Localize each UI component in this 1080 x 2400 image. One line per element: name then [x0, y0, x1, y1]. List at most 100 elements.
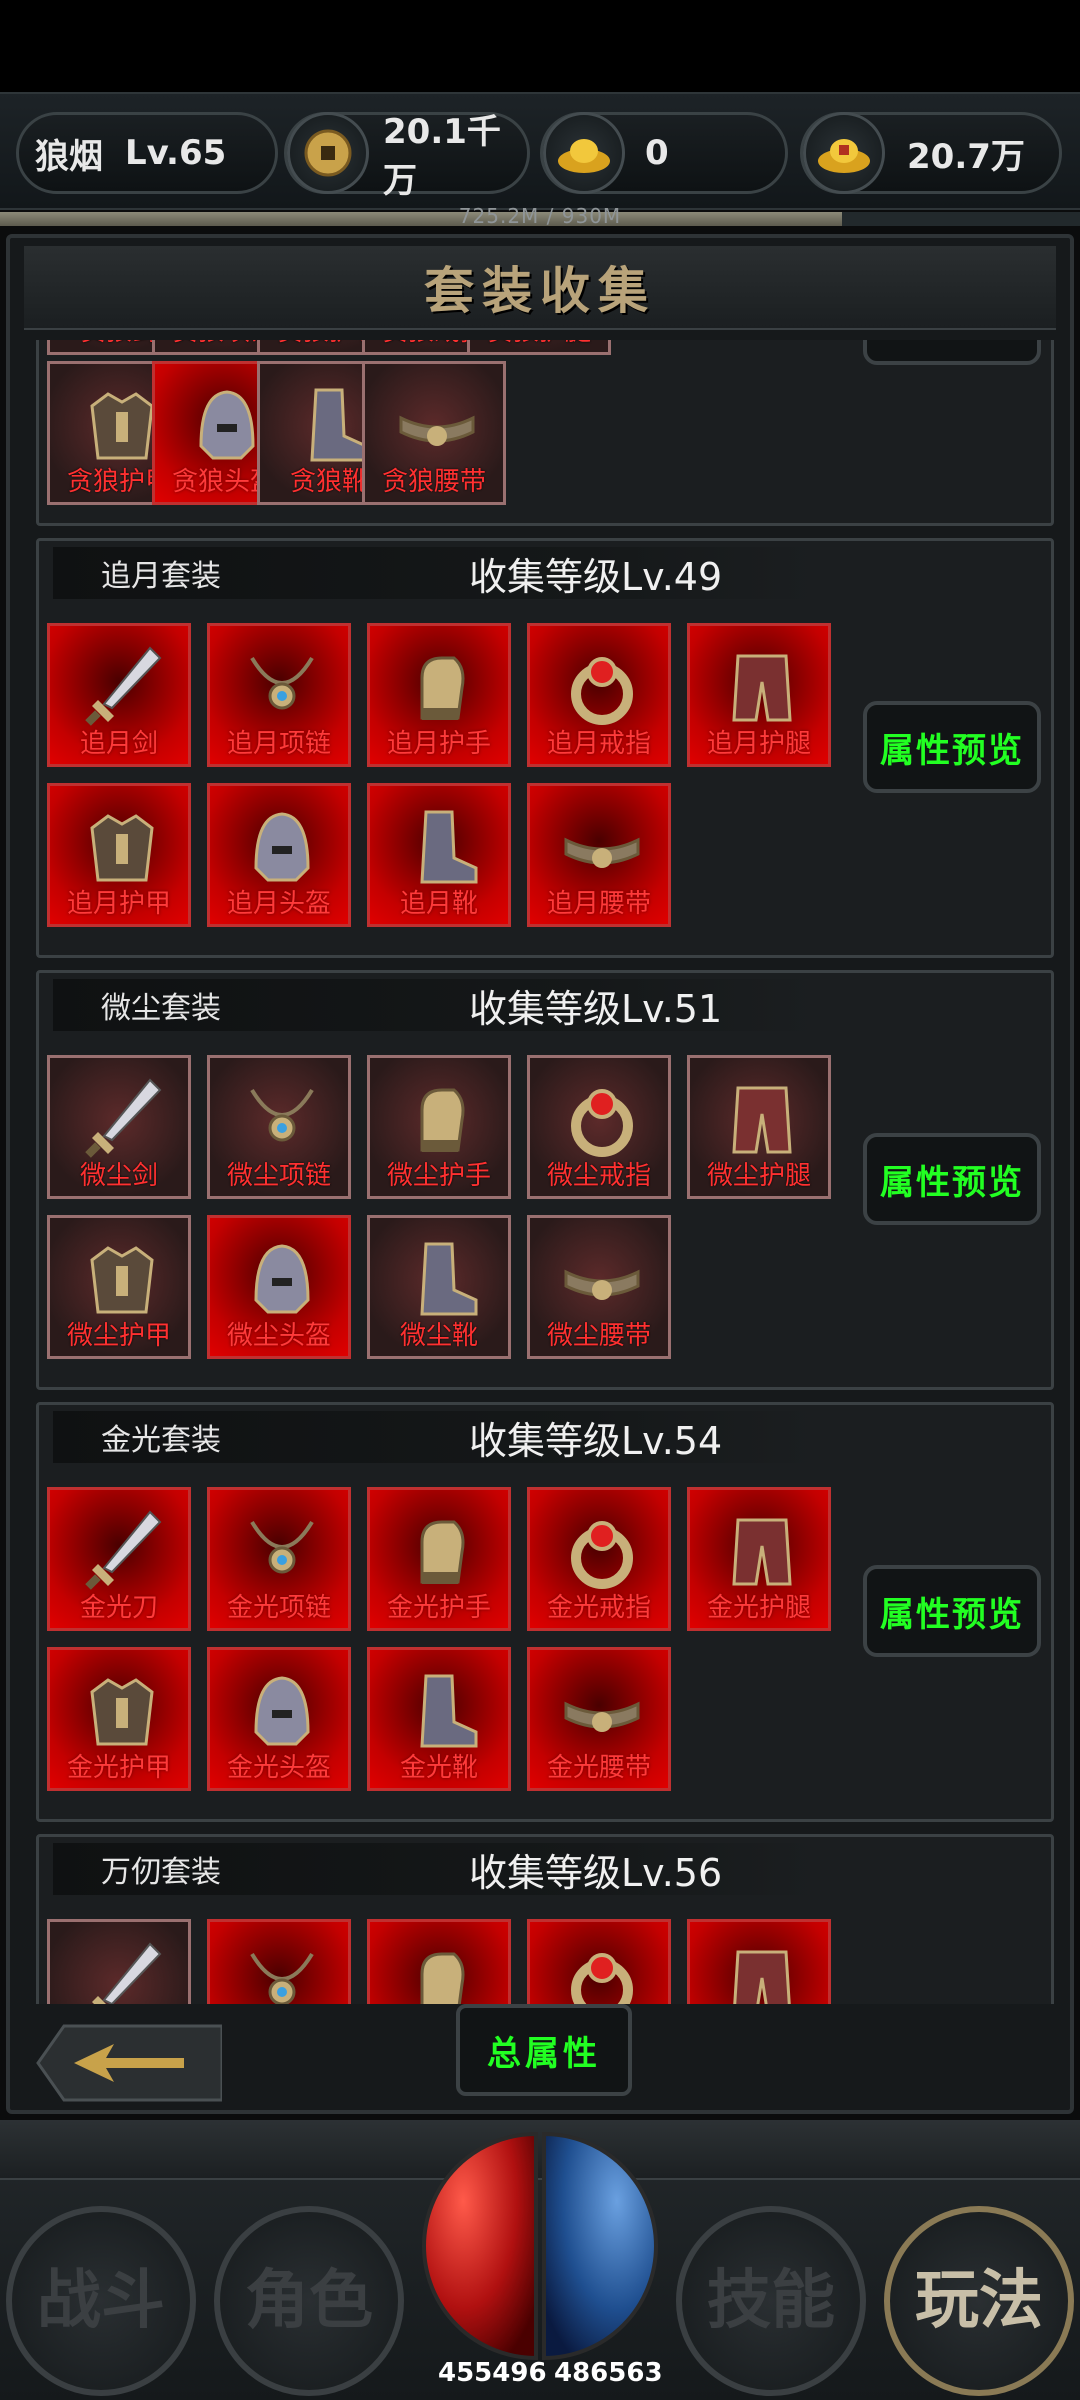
- set-header: 追月套装 收集等级Lv.49: [53, 547, 817, 599]
- set-item[interactable]: 金光戒指: [527, 1487, 671, 1631]
- lucky-ingot-icon: [803, 112, 885, 194]
- set-item-label: 微尘头盔: [226, 1321, 331, 1351]
- set-item[interactable]: 贪狼腰带: [362, 361, 506, 505]
- set-item-label: 金光护甲: [66, 1753, 171, 1783]
- set-item[interactable]: [47, 1919, 191, 2004]
- total-attributes-button[interactable]: 总属性: [456, 2004, 632, 2096]
- set-item[interactable]: 追月腰带: [527, 783, 671, 927]
- set-item[interactable]: 微尘靴: [367, 1215, 511, 1359]
- set-name: 追月套装: [101, 559, 221, 594]
- set-header: 万仞套装 收集等级Lv.56: [53, 1843, 817, 1895]
- set-header: 微尘套装 收集等级Lv.51: [53, 979, 817, 1031]
- set-item[interactable]: 金光腰带: [527, 1647, 671, 1791]
- set-item[interactable]: [527, 1919, 671, 2004]
- set-name: 金光套装: [101, 1423, 221, 1458]
- set-item-label: 追月剑: [79, 729, 158, 759]
- set-item[interactable]: 追月靴: [367, 783, 511, 927]
- status-bar: [0, 0, 1080, 92]
- set-collection-level: 收集等级Lv.49: [469, 554, 723, 599]
- set-item[interactable]: 追月项链: [207, 623, 351, 767]
- set-name: 微尘套装: [101, 991, 221, 1026]
- panel-title: 套装收集: [424, 261, 656, 320]
- set-block: 万仞套装 收集等级Lv.56: [36, 1834, 1054, 2004]
- attribute-preview-button[interactable]: 属性预览: [863, 1565, 1041, 1657]
- attribute-preview-button[interactable]: 属性预览: [863, 340, 1041, 365]
- set-item-label: 追月靴: [399, 889, 478, 919]
- xp-text: 725.2M / 930M: [458, 204, 622, 228]
- set-item-label: 追月戒指: [546, 729, 651, 759]
- set-item[interactable]: 金光头盔: [207, 1647, 351, 1791]
- set-item-label: 微尘护手: [386, 1161, 491, 1191]
- set-item[interactable]: 微尘护腿: [687, 1055, 831, 1199]
- set-item-label: 金光靴: [399, 1753, 478, 1783]
- set-item-label: 追月头盔: [226, 889, 331, 919]
- set-collection-panel: 套装收集 贪狼剑 贪狼项链 贪狼护手 贪狼戒指 贪狼护腿 属性预览 贪狼护甲贪狼…: [6, 234, 1074, 2114]
- attribute-preview-button[interactable]: 属性预览: [863, 1133, 1041, 1225]
- set-item-label: 微尘腰带: [546, 1321, 651, 1351]
- copper-coin-icon: [287, 112, 369, 194]
- hp-mp-orb: [422, 2131, 658, 2361]
- silver-ingot-currency[interactable]: 20.7万: [800, 112, 1062, 194]
- set-item[interactable]: 微尘项链: [207, 1055, 351, 1199]
- set-item[interactable]: [207, 1919, 351, 2004]
- set-item[interactable]: [367, 1919, 511, 2004]
- set-collection-level: 收集等级Lv.54: [469, 1418, 723, 1463]
- nav-character[interactable]: 角色: [214, 2206, 404, 2396]
- panel-titlebar: 套装收集: [24, 246, 1056, 330]
- set-item[interactable]: 微尘头盔: [207, 1215, 351, 1359]
- set-item[interactable]: 追月护甲: [47, 783, 191, 927]
- attribute-preview-button[interactable]: 属性预览: [863, 701, 1041, 793]
- set-item[interactable]: 微尘剑: [47, 1055, 191, 1199]
- set-item[interactable]: 金光护甲: [47, 1647, 191, 1791]
- set-block: 微尘套装 收集等级Lv.51 微尘剑 微尘项链 微尘护手 微尘戒指 微尘护腿微尘护甲 微尘头盔…: [36, 970, 1054, 1390]
- set-item[interactable]: 贪狼护腿: [467, 340, 611, 355]
- set-item[interactable]: 追月护腿: [687, 623, 831, 767]
- hp-value: 455496: [438, 2358, 547, 2388]
- set-item-label: 微尘护腿: [706, 1161, 811, 1191]
- back-arrow-button[interactable]: [34, 2022, 222, 2104]
- set-item-label: 追月腰带: [546, 889, 651, 919]
- set-block: 金光套装 收集等级Lv.54 金光刀 金光项链 金光护手 金光戒指 金光护腿金光护甲 金光头盔…: [36, 1402, 1054, 1822]
- set-item[interactable]: 金光靴: [367, 1647, 511, 1791]
- silver-ingot-amount: 20.7万: [907, 136, 1025, 177]
- set-item-label: 微尘靴: [399, 1321, 478, 1351]
- set-name: 万仞套装: [101, 1855, 221, 1890]
- set-item[interactable]: 追月戒指: [527, 623, 671, 767]
- set-item[interactable]: 追月护手: [367, 623, 511, 767]
- set-item[interactable]: 追月头盔: [207, 783, 351, 927]
- player-info[interactable]: 狼烟 Lv.65: [16, 112, 278, 194]
- set-item[interactable]: 微尘戒指: [527, 1055, 671, 1199]
- top-resource-bar: 狼烟 Lv.65 20.1千万 0 20.7万: [0, 92, 1080, 210]
- set-item-label: 金光腰带: [546, 1753, 651, 1783]
- gold-ingot-icon: [543, 112, 625, 194]
- set-item-label: 微尘项链: [226, 1161, 331, 1191]
- set-item-label: 追月项链: [226, 729, 331, 759]
- set-list-scroll[interactable]: 贪狼剑 贪狼项链 贪狼护手 贪狼戒指 贪狼护腿 属性预览 贪狼护甲贪狼头盔贪狼靴…: [24, 340, 1064, 2004]
- set-item-label: 金光项链: [226, 1593, 331, 1623]
- copper-amount: 20.1千万: [383, 112, 501, 201]
- set-item-label: 金光刀: [79, 1593, 158, 1623]
- copper-currency[interactable]: 20.1千万: [284, 112, 530, 201]
- nav-gameplay[interactable]: 玩法: [884, 2206, 1074, 2396]
- set-item[interactable]: 金光护手: [367, 1487, 511, 1631]
- gold-ingot-currency[interactable]: 0: [540, 112, 788, 194]
- set-item[interactable]: 微尘腰带: [527, 1215, 671, 1359]
- set-item[interactable]: 追月剑: [47, 623, 191, 767]
- set-collection-level: 收集等级Lv.51: [469, 986, 723, 1031]
- set-item-label: 追月护腿: [706, 729, 811, 759]
- set-item[interactable]: 微尘护甲: [47, 1215, 191, 1359]
- set-item[interactable]: 微尘护手: [367, 1055, 511, 1199]
- set-item-label: 追月护手: [386, 729, 491, 759]
- set-item[interactable]: [687, 1919, 831, 2004]
- nav-battle[interactable]: 战斗: [6, 2206, 196, 2396]
- set-item[interactable]: 金光刀: [47, 1487, 191, 1631]
- set-item-label: 微尘剑: [79, 1161, 158, 1191]
- player-level: Lv.65: [125, 133, 227, 173]
- set-item[interactable]: 金光护腿: [687, 1487, 831, 1631]
- nav-skills[interactable]: 技能: [676, 2206, 866, 2396]
- player-name: 狼烟: [35, 136, 103, 177]
- set-item-label: 金光护手: [386, 1593, 491, 1623]
- set-block-partial: 贪狼剑 贪狼项链 贪狼护手 贪狼戒指 贪狼护腿 属性预览 贪狼护甲贪狼头盔贪狼靴…: [36, 340, 1054, 526]
- set-header: 金光套装 收集等级Lv.54: [53, 1411, 817, 1463]
- set-item[interactable]: 金光项链: [207, 1487, 351, 1631]
